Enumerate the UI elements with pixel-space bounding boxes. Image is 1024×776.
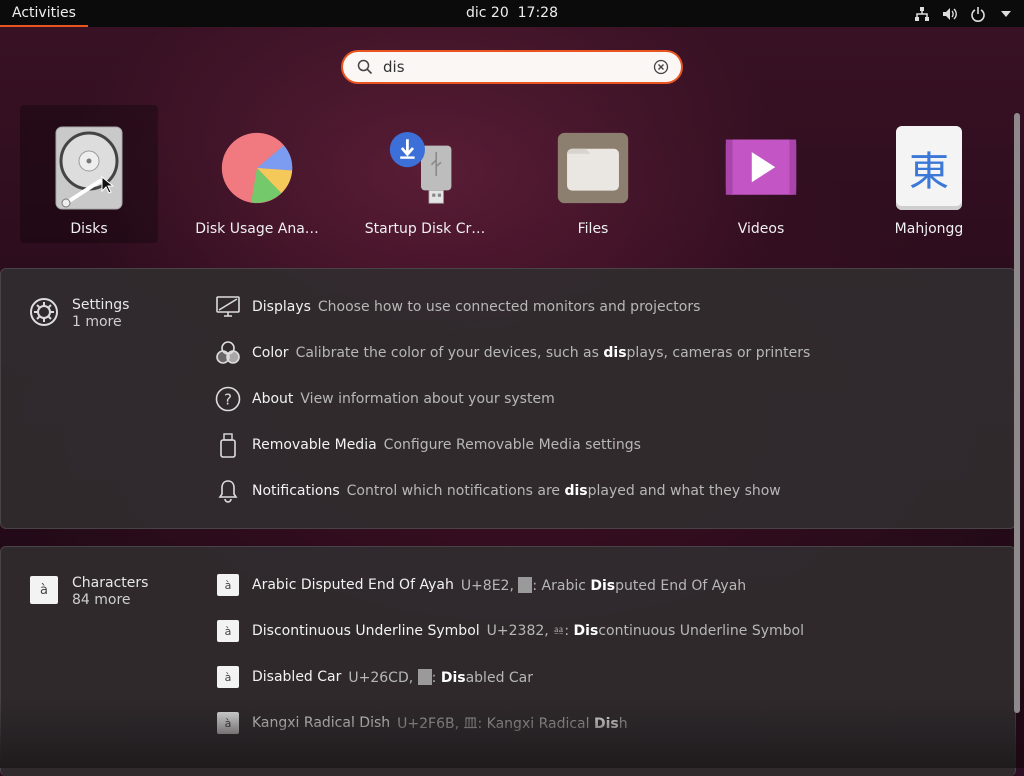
mahjongg-icon: 東	[896, 126, 962, 210]
characters-results-panel: à Characters 84 more à Arabic Disputed E…	[0, 546, 1016, 776]
removable-media-icon	[214, 431, 242, 459]
search-icon	[357, 59, 373, 75]
result-description: Configure Removable Media settings	[383, 437, 641, 453]
settings-results-panel: Settings 1 more Displays Choose how to u…	[0, 268, 1016, 529]
videos-icon	[725, 139, 797, 195]
character-icon: à	[214, 571, 242, 599]
time-label: 17:28	[517, 5, 558, 21]
result-description: Control which notifications are displaye…	[346, 483, 781, 499]
characters-app-icon: à	[29, 575, 59, 605]
result-description: U+8E2, : Arabic Disputed End Of Ayah	[460, 576, 747, 594]
result-title: Displays	[252, 299, 311, 315]
app-label: Startup Disk Cr…	[364, 221, 486, 237]
app-disks[interactable]: Disks	[20, 105, 158, 243]
app-files[interactable]: Files	[524, 105, 662, 243]
power-icon[interactable]	[970, 6, 986, 22]
provider-more: 1 more	[72, 314, 122, 330]
result-title: About	[252, 391, 294, 407]
settings-result-removable-media[interactable]: Removable Media Configure Removable Medi…	[214, 430, 641, 460]
character-result[interactable]: à Kangxi Radical Dish U+2F6B, ⽫: Kangxi …	[214, 708, 628, 738]
disks-icon	[55, 126, 123, 210]
clock-button[interactable]: dic 20 17:28	[466, 5, 558, 21]
result-description: U+2382, ⎂: Discontinuous Underline Symbo…	[486, 623, 804, 639]
scrollbar-thumb[interactable]	[1014, 113, 1020, 713]
result-title: Disabled Car	[252, 669, 342, 685]
result-title: Removable Media	[252, 437, 377, 453]
settings-result-notifications[interactable]: Notifications Control which notification…	[214, 476, 781, 506]
app-label: Files	[577, 221, 609, 237]
result-description: Calibrate the color of your devices, suc…	[295, 345, 811, 361]
color-icon	[214, 339, 242, 367]
characters-provider[interactable]: à Characters 84 more	[29, 575, 148, 609]
character-icon: à	[214, 709, 242, 737]
result-title: Notifications	[252, 483, 340, 499]
app-results: Disks Disk Usage Ana… Startup Disk Cr… F…	[0, 105, 1010, 255]
character-result[interactable]: à Disabled Car U+26CD, : Disabled Car	[214, 662, 533, 692]
top-bar: Activities dic 20 17:28	[0, 0, 1024, 27]
settings-provider[interactable]: Settings 1 more	[29, 297, 129, 331]
result-description: U+2F6B, ⽫: Kangxi Radical Dish	[397, 716, 628, 732]
app-label: Mahjongg	[894, 221, 964, 237]
provider-title: Characters	[72, 575, 149, 591]
disk-usage-analyzer-icon	[221, 132, 293, 204]
files-icon	[557, 132, 629, 204]
character-result[interactable]: à Arabic Disputed End Of Ayah U+8E2, : A…	[214, 570, 746, 600]
app-label: Disk Usage Ana…	[195, 221, 319, 237]
result-description: U+26CD, : Disabled Car	[348, 668, 534, 686]
search-input[interactable]	[383, 56, 633, 78]
volume-icon[interactable]	[942, 6, 958, 22]
startup-disk-creator-icon	[389, 132, 452, 204]
mahjongg-glyph: 東	[909, 149, 949, 195]
settings-result-color[interactable]: Color Calibrate the color of your device…	[214, 338, 810, 368]
missing-glyph-box	[518, 576, 533, 593]
clock: dic 20 17:28	[0, 0, 1024, 27]
date-label: dic 20	[465, 5, 509, 21]
network-icon[interactable]	[914, 6, 930, 22]
settings-result-displays[interactable]: Displays Choose how to use connected mon…	[214, 292, 700, 322]
notifications-icon	[214, 477, 242, 505]
svg-text:?: ?	[224, 391, 232, 409]
result-description: View information about your system	[300, 391, 555, 407]
result-title: Discontinuous Underline Symbol	[252, 623, 480, 639]
clear-search-icon[interactable]	[653, 59, 669, 75]
chevron-down-icon[interactable]	[998, 6, 1014, 22]
results-scrollbar[interactable]	[1013, 105, 1021, 721]
system-tray[interactable]	[914, 0, 1014, 27]
result-title: Color	[252, 345, 289, 361]
settings-gear-icon	[29, 297, 59, 327]
provider-more: 84 more	[72, 592, 131, 608]
result-description: Choose how to use connected monitors and…	[317, 299, 701, 315]
app-label: Videos	[737, 221, 785, 237]
app-label: Disks	[70, 221, 108, 237]
search-box[interactable]	[343, 52, 681, 82]
provider-title: Settings	[72, 297, 130, 313]
character-result[interactable]: à Discontinuous Underline Symbol U+2382,…	[214, 616, 804, 646]
app-videos[interactable]: Videos	[692, 105, 830, 243]
about-icon: ?	[214, 385, 242, 413]
settings-result-about[interactable]: ? About View information about your syst…	[214, 384, 555, 414]
app-startup-disk-creator[interactable]: Startup Disk Cr…	[356, 105, 494, 243]
character-icon: à	[214, 663, 242, 691]
activities-button[interactable]: Activities	[0, 0, 88, 27]
missing-glyph-box	[417, 668, 432, 685]
character-icon: à	[214, 617, 242, 645]
app-mahjongg[interactable]: 東 Mahjongg	[860, 105, 998, 243]
result-title: Arabic Disputed End Of Ayah	[252, 577, 454, 593]
displays-icon	[214, 293, 242, 321]
app-disk-usage-analyzer[interactable]: Disk Usage Ana…	[188, 105, 326, 243]
result-title: Kangxi Radical Dish	[252, 715, 391, 731]
